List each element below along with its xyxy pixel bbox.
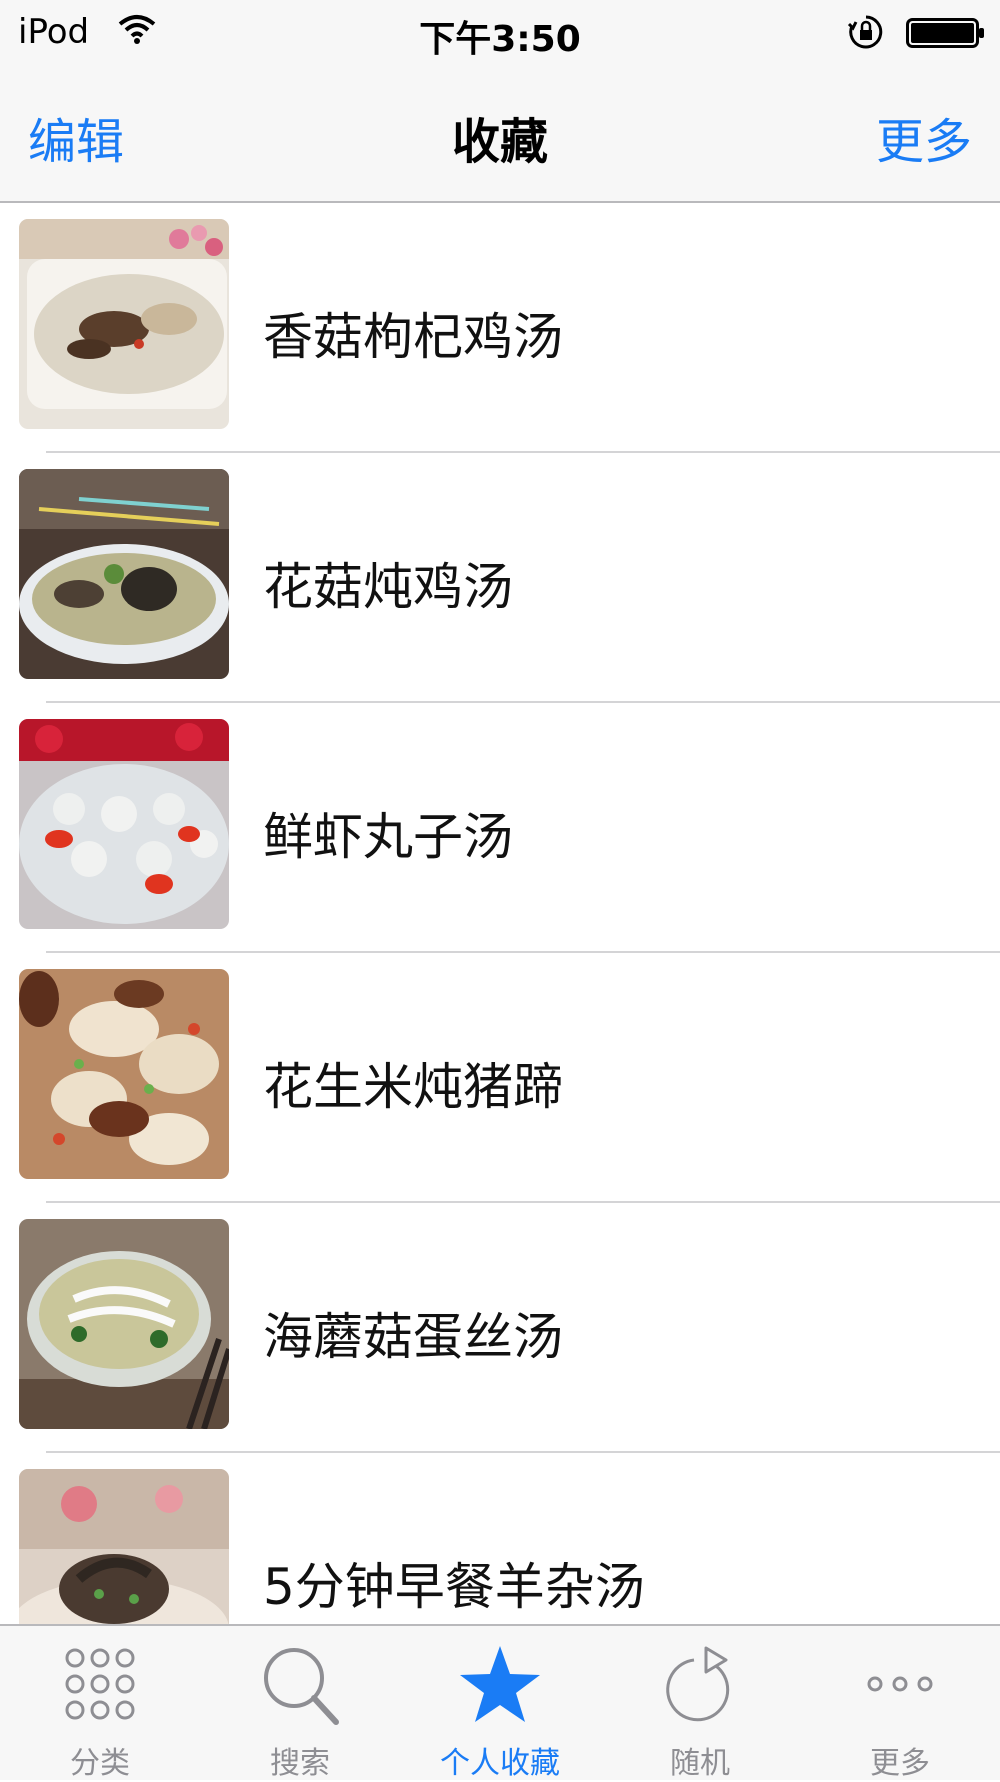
list-item[interactable]: 香菇枸杞鸡汤 bbox=[0, 203, 1000, 453]
tab-random[interactable]: 随机 bbox=[600, 1626, 800, 1781]
list-item[interactable]: 花生米炖猪蹄 bbox=[0, 953, 1000, 1203]
list-item[interactable]: 花菇炖鸡汤 bbox=[0, 453, 1000, 703]
more-button[interactable]: 更多 bbox=[876, 102, 972, 172]
tab-label: 搜索 bbox=[270, 1746, 330, 1781]
recipe-title: 5分钟早餐羊杂汤 bbox=[263, 1558, 645, 1616]
orientation-lock-icon bbox=[848, 15, 883, 49]
recipe-thumbnail bbox=[19, 969, 229, 1179]
navigation-bar: 编辑 收藏 更多 bbox=[0, 64, 1000, 203]
tab-favorites[interactable]: 个人收藏 bbox=[400, 1626, 600, 1781]
list-item[interactable]: 鲜虾丸子汤 bbox=[0, 703, 1000, 953]
recipe-title: 海蘑菇蛋丝汤 bbox=[263, 1308, 563, 1366]
recipe-title: 香菇枸杞鸡汤 bbox=[263, 308, 563, 366]
recipe-title: 花生米炖猪蹄 bbox=[263, 1058, 563, 1116]
recipe-thumbnail bbox=[19, 1219, 229, 1429]
tab-categories[interactable]: 分类 bbox=[0, 1626, 200, 1781]
list-item[interactable]: 海蘑菇蛋丝汤 bbox=[0, 1203, 1000, 1453]
tab-label: 随机 bbox=[670, 1746, 730, 1781]
more-dots-icon bbox=[867, 1676, 933, 1692]
recipe-title: 花菇炖鸡汤 bbox=[263, 558, 513, 616]
tab-label: 分类 bbox=[70, 1746, 130, 1781]
refresh-icon bbox=[666, 1646, 730, 1722]
grid-icon bbox=[65, 1648, 135, 1720]
search-icon bbox=[264, 1648, 339, 1725]
recipe-thumbnail bbox=[19, 469, 229, 679]
tab-search[interactable]: 搜索 bbox=[200, 1626, 400, 1781]
star-icon bbox=[460, 1646, 540, 1722]
recipe-title: 鲜虾丸子汤 bbox=[263, 808, 513, 866]
battery-icon bbox=[906, 18, 984, 48]
tab-label: 更多 bbox=[870, 1746, 930, 1781]
page-title: 收藏 bbox=[451, 114, 548, 170]
status-bar: iPod 下午3:50 bbox=[0, 0, 1000, 64]
recipe-thumbnail bbox=[19, 719, 229, 929]
tab-more[interactable]: 更多 bbox=[800, 1626, 1000, 1781]
tab-bar: 分类 搜索 个人收藏 随机 更多 bbox=[0, 1624, 1000, 1781]
tab-label: 个人收藏 bbox=[440, 1746, 560, 1781]
recipe-thumbnail bbox=[19, 219, 229, 429]
